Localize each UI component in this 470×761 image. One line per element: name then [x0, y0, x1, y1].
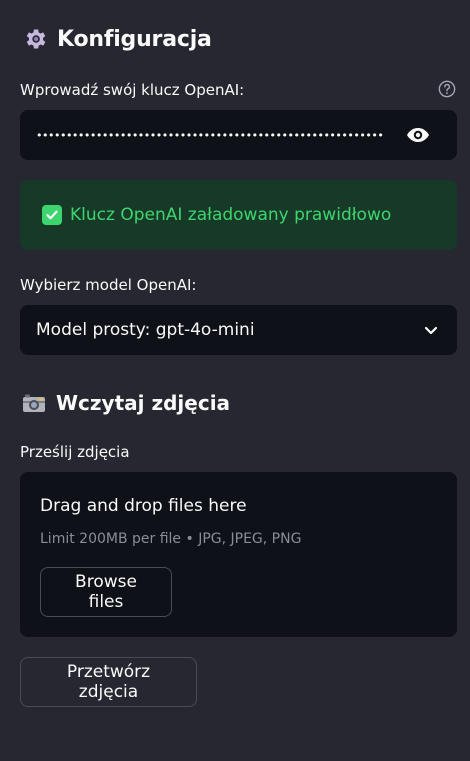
process-images-button[interactable]: Przetwórz zdjęcia [20, 657, 197, 707]
camera-icon [23, 394, 45, 412]
chevron-down-icon [424, 326, 438, 335]
help-icon[interactable] [438, 80, 456, 98]
success-alert: Klucz OpenAI załadowany prawidłowo [20, 180, 457, 250]
success-message: Klucz OpenAI załadowany prawidłowo [70, 205, 392, 225]
model-select-value: Model prosty: gpt-4o-mini [36, 320, 255, 340]
file-dropzone[interactable]: Drag and drop files here Limit 200MB per… [20, 472, 457, 637]
model-label: Wybierz model OpenAI: [20, 276, 197, 294]
upload-heading: Wczytaj zdjęcia [22, 391, 230, 415]
dropzone-limit: Limit 200MB per file • JPG, JPEG, PNG [40, 531, 302, 547]
sidebar-panel: Konfiguracja Wprowadź swój klucz OpenAI:… [0, 0, 470, 761]
gear-icon [26, 29, 46, 49]
browse-files-button[interactable]: Browse files [40, 567, 172, 617]
upload-label: Prześlij zdjęcia [20, 443, 130, 461]
api-key-label: Wprowadź swój klucz OpenAI: [20, 81, 245, 99]
model-select[interactable]: Model prosty: gpt-4o-mini [20, 305, 457, 355]
eye-icon[interactable] [405, 123, 431, 147]
dropzone-title: Drag and drop files here [40, 496, 247, 516]
api-key-value: ••••••••••••••••••••••••••••••••••••••••… [36, 128, 384, 142]
api-key-input[interactable]: ••••••••••••••••••••••••••••••••••••••••… [20, 110, 457, 160]
check-icon [42, 205, 62, 225]
config-heading: Konfiguracja [22, 26, 212, 52]
config-heading-text: Konfiguracja [57, 26, 212, 52]
upload-heading-text: Wczytaj zdjęcia [56, 391, 231, 415]
